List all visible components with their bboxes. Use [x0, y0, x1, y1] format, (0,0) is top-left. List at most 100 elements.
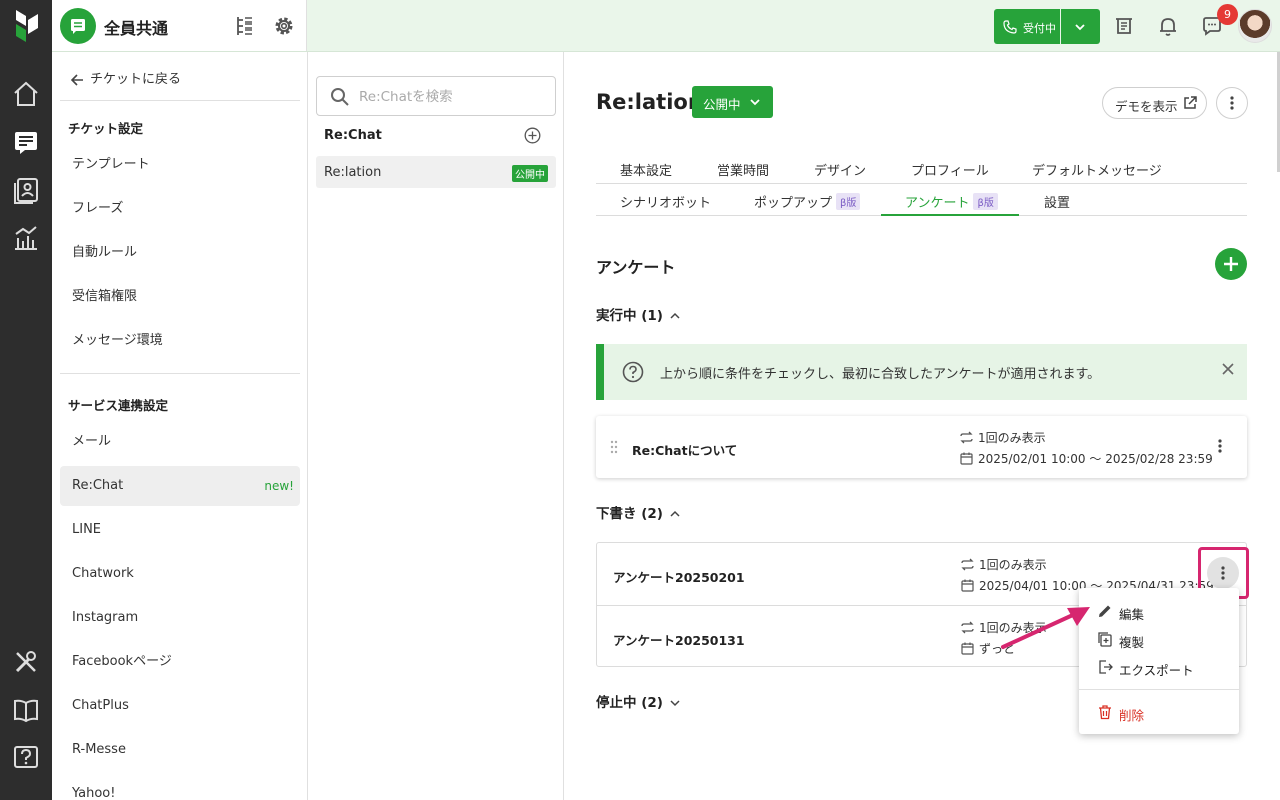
- section-title: アンケート: [596, 258, 676, 277]
- manual-book-icon[interactable]: [12, 696, 40, 724]
- running-survey-card[interactable]: Re:Chatについて 1回のみ表示 2025/02/01 10:00 〜 20…: [596, 416, 1247, 478]
- workspace-header: 全員共通: [52, 0, 307, 51]
- call-status-button[interactable]: 受付中: [994, 9, 1060, 44]
- beta-badge: β版: [836, 193, 861, 210]
- group-label: 実行中 (1): [596, 308, 663, 324]
- ticket-settings-heading: チケット設定: [68, 121, 144, 136]
- chevron-down-icon: [670, 700, 680, 707]
- call-status-dropdown[interactable]: [1061, 9, 1100, 44]
- draft-group-toggle[interactable]: 下書き (2): [596, 502, 681, 522]
- announcement-icon[interactable]: [1112, 14, 1136, 38]
- workspace-tree-icon[interactable]: [232, 14, 256, 38]
- gear-icon[interactable]: [272, 14, 296, 38]
- info-banner: 上から順に条件をチェックし、最初に合致したアンケートが適用されます。: [596, 344, 1247, 400]
- app-rail: [0, 0, 52, 800]
- group-label: 停止中 (2): [596, 695, 663, 711]
- survey-name: Re:Chatについて: [632, 443, 738, 458]
- kebab-menu-icon[interactable]: [1213, 438, 1227, 454]
- sidebar-item-phrase[interactable]: フレーズ: [60, 189, 300, 229]
- group-label: 下書き (2): [596, 506, 663, 522]
- more-options-button[interactable]: [1216, 87, 1248, 119]
- chevron-down-icon: [750, 99, 760, 106]
- sidebar-item-chatwork[interactable]: Chatwork: [60, 554, 300, 594]
- sidebar-item-chatplus[interactable]: ChatPlus: [60, 686, 300, 726]
- show-demo-button[interactable]: デモを表示: [1102, 87, 1207, 119]
- divider: [60, 100, 300, 101]
- workspace-icon: [60, 8, 96, 44]
- calendar-icon: [960, 452, 973, 465]
- phone-icon: [1003, 20, 1017, 34]
- close-icon[interactable]: [1221, 362, 1235, 376]
- notification-badge: 9: [1217, 4, 1238, 25]
- channel-list-panel: Re:Chat Re:lation 公開中: [308, 52, 564, 800]
- chevron-up-icon: [670, 312, 680, 319]
- pencil-icon: [1099, 605, 1111, 617]
- integration-settings-heading: サービス連携設定: [68, 398, 169, 413]
- kebab-menu-icon: [1230, 96, 1234, 110]
- sidebar-item-message-env[interactable]: メッセージ環境: [60, 321, 300, 361]
- back-to-tickets-link[interactable]: チケットに戻る: [70, 68, 181, 87]
- app-logo-icon[interactable]: [14, 8, 40, 44]
- question-circle-icon: [622, 361, 644, 383]
- tab-label: アンケート: [905, 196, 970, 211]
- search-input[interactable]: [359, 86, 549, 108]
- tab-scenario-bot[interactable]: シナリオボット: [620, 192, 711, 211]
- search-icon: [331, 88, 349, 106]
- info-text: 上から順に条件をチェックし、最初に合致したアンケートが適用されます。: [660, 367, 1101, 382]
- sidebar-item-yahoo[interactable]: Yahoo!: [60, 774, 300, 800]
- divider: [1079, 689, 1239, 690]
- back-label: チケットに戻る: [90, 72, 182, 87]
- sidebar-item-instagram[interactable]: Instagram: [60, 598, 300, 638]
- sidebar-item-template[interactable]: テンプレート: [60, 145, 300, 185]
- display-frequency: 1回のみ表示: [961, 556, 1047, 573]
- help-icon[interactable]: [12, 744, 40, 772]
- new-badge: new!: [264, 479, 294, 493]
- drag-handle-icon[interactable]: [610, 440, 618, 454]
- sidebar-item-line[interactable]: LINE: [60, 510, 300, 550]
- tools-icon[interactable]: [12, 648, 40, 676]
- add-channel-icon[interactable]: [524, 127, 541, 144]
- sidebar-item-label: Re:Chat: [72, 478, 124, 493]
- avatar[interactable]: [1238, 9, 1272, 43]
- running-group-toggle[interactable]: 実行中 (1): [596, 304, 681, 324]
- analytics-icon[interactable]: [12, 224, 40, 252]
- home-icon[interactable]: [12, 80, 40, 108]
- channel-search-box[interactable]: [316, 76, 556, 116]
- sidebar-item-rechat[interactable]: Re:Chat new!: [60, 466, 300, 506]
- sidebar-item-auto-rule[interactable]: 自動ルール: [60, 233, 300, 273]
- chevron-down-icon: [1075, 24, 1085, 31]
- active-tab-indicator: [881, 214, 1019, 216]
- context-menu: 編集 複製 エクスポート 削除: [1079, 588, 1239, 734]
- sidebar-item-rmesse[interactable]: R-Messe: [60, 730, 300, 770]
- contacts-icon[interactable]: [12, 176, 40, 204]
- tab-design[interactable]: デザイン: [814, 160, 866, 179]
- tab-divider: [596, 183, 1247, 184]
- repeat-icon: [961, 558, 974, 571]
- list-item[interactable]: Re:Chatについて 1回のみ表示 2025/02/01 10:00 〜 20…: [596, 416, 1247, 478]
- sidebar-item-inbox-permission[interactable]: 受信箱権限: [60, 277, 300, 317]
- tab-popup[interactable]: ポップアップ β版: [754, 192, 861, 211]
- survey-name: アンケート20250131: [613, 633, 745, 648]
- add-survey-button[interactable]: [1215, 248, 1247, 280]
- tab-installation[interactable]: 設置: [1044, 192, 1070, 211]
- demo-label: デモを表示: [1115, 99, 1178, 114]
- tab-survey[interactable]: アンケート β版: [905, 192, 998, 211]
- stopped-group-toggle[interactable]: 停止中 (2): [596, 691, 681, 711]
- page-title: Re:lation: [596, 90, 703, 114]
- bell-icon[interactable]: [1156, 14, 1180, 38]
- trash-icon: [1099, 705, 1111, 720]
- sidebar-item-mail[interactable]: メール: [60, 422, 300, 462]
- tab-business-hours[interactable]: 営業時間: [717, 160, 769, 179]
- tab-default-message[interactable]: デフォルトメッセージ: [1032, 160, 1162, 179]
- publish-status-button[interactable]: 公開中: [692, 86, 773, 118]
- repeat-icon: [960, 431, 973, 444]
- duplicate-icon: [1098, 632, 1112, 647]
- tab-profile[interactable]: プロフィール: [911, 160, 989, 179]
- channel-list-header: Re:Chat: [324, 128, 382, 143]
- settings-sidebar: チケットに戻る チケット設定 テンプレート フレーズ 自動ルール 受信箱権限 メ…: [52, 52, 308, 800]
- beta-badge: β版: [973, 193, 998, 210]
- ticket-icon[interactable]: [12, 128, 40, 156]
- sidebar-item-facebook[interactable]: Facebookページ: [60, 642, 300, 682]
- tab-basic-settings[interactable]: 基本設定: [620, 160, 672, 179]
- channel-item[interactable]: Re:lation 公開中: [316, 156, 556, 188]
